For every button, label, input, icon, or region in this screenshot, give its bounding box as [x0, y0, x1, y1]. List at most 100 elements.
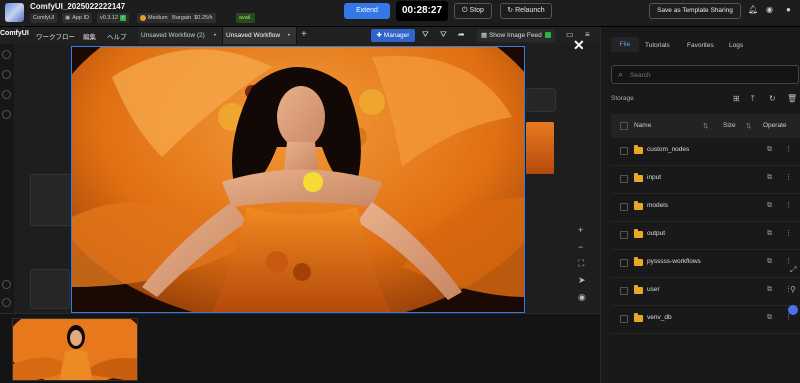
share-icon[interactable]: ➦: [458, 30, 465, 39]
copy-icon[interactable]: ⧉: [767, 258, 772, 266]
queue-image-thumbnail[interactable]: [12, 318, 138, 381]
tab-logs[interactable]: Logs: [729, 42, 743, 49]
select-all-checkbox[interactable]: [620, 122, 628, 130]
availability-label: avail.: [239, 15, 252, 21]
file-name: input: [647, 174, 662, 181]
more-icon[interactable]: ⋮: [785, 201, 792, 209]
file-name: models: [647, 202, 668, 209]
refresh-icon[interactable]: ↻: [769, 94, 776, 103]
file-row[interactable]: input ⧉ ⋮: [611, 166, 800, 194]
row-checkbox[interactable]: [620, 231, 628, 239]
more-icon[interactable]: ⋮: [785, 173, 792, 181]
hamburger-menu-icon[interactable]: ≡: [585, 30, 590, 39]
file-row[interactable]: custom_nodes ⧉ ⋮: [611, 138, 800, 166]
tab-file[interactable]: File: [611, 37, 639, 52]
row-checkbox[interactable]: [620, 147, 628, 155]
stop-icon: ⏻: [462, 7, 468, 14]
bell-icon[interactable]: 🔔︎: [748, 5, 758, 14]
copy-icon[interactable]: ⧉: [767, 286, 772, 294]
user-icon[interactable]: ●: [786, 5, 791, 14]
file-row[interactable]: models ⧉ ⋮: [611, 194, 800, 222]
stop-button[interactable]: ⏻ Stop: [454, 3, 492, 19]
sort-icon[interactable]: ⇅: [746, 122, 751, 130]
model-icon[interactable]: ⛛: [422, 30, 429, 40]
manager-button[interactable]: ✚ Manager: [371, 29, 415, 42]
theme-toggle-icon[interactable]: [2, 280, 11, 289]
canvas-node-image: [526, 122, 554, 174]
gpu-tier-label: Medium: [148, 15, 168, 21]
column-size[interactable]: Size: [723, 122, 736, 129]
fit-view-icon[interactable]: ⛶: [578, 258, 584, 269]
sort-icon[interactable]: ⇅: [703, 122, 708, 130]
settings-icon[interactable]: [2, 298, 11, 307]
copy-icon[interactable]: ⧉: [767, 230, 772, 238]
delete-icon[interactable]: 🗑︎: [787, 94, 797, 103]
project-title: ComfyUI_2025022222147: [30, 2, 126, 11]
more-icon[interactable]: ⋮: [785, 257, 792, 265]
expand-icon[interactable]: ⤢: [790, 265, 796, 275]
image-icon: ▦: [481, 32, 488, 39]
node-library-icon[interactable]: [2, 70, 11, 79]
file-name: venv_db: [647, 314, 672, 321]
unsaved-dot: •: [287, 32, 290, 39]
tab-favorites[interactable]: Favorites: [687, 42, 714, 49]
version-label: v0.3.12: [100, 15, 119, 21]
history-icon[interactable]: [2, 50, 11, 59]
file-row[interactable]: user ⧉ ⋮: [611, 278, 800, 306]
id-card-icon: ▣: [65, 15, 71, 21]
image-preview[interactable]: [71, 46, 525, 313]
file-panel: File Tutorials Favorites Logs ⌕ Storage …: [600, 27, 800, 383]
select-mode-icon[interactable]: ➤: [578, 275, 586, 286]
menu-workflow[interactable]: ワークフロー: [36, 31, 75, 41]
visibility-icon[interactable]: ◉: [578, 292, 586, 303]
relaunch-button[interactable]: ↻ Relaunch: [500, 3, 552, 19]
row-checkbox[interactable]: [620, 175, 628, 183]
folder-icon: [634, 285, 643, 294]
add-tab-button[interactable]: +: [301, 29, 307, 40]
menu-edit[interactable]: 編集: [83, 31, 96, 41]
more-icon[interactable]: ⋮: [785, 145, 792, 153]
discord-icon[interactable]: ◉: [766, 5, 773, 14]
plan-label: Bargain: [172, 15, 192, 21]
row-checkbox[interactable]: [620, 315, 628, 323]
row-checkbox[interactable]: [620, 287, 628, 295]
save-as-template-button[interactable]: Save as Template Sharing: [649, 3, 741, 19]
check-icon: ✓: [120, 14, 127, 21]
left-rail: [0, 44, 14, 313]
copy-icon[interactable]: ⧉: [767, 202, 772, 210]
assistant-icon[interactable]: [788, 305, 798, 315]
app-id-chip[interactable]: ▣ App ID: [62, 13, 93, 23]
folder-icon: [634, 257, 643, 266]
workflows-icon[interactable]: [2, 110, 11, 119]
zoom-in-icon[interactable]: +: [578, 225, 583, 235]
file-row[interactable]: output ⧉ ⋮: [611, 222, 800, 250]
copy-icon[interactable]: ⧉: [767, 146, 772, 154]
copy-icon[interactable]: ⧉: [767, 314, 772, 322]
row-checkbox[interactable]: [620, 259, 628, 267]
search-input[interactable]: [630, 70, 780, 81]
copy-icon[interactable]: ⧉: [767, 174, 772, 182]
zoom-out-icon[interactable]: −: [578, 242, 583, 252]
tab-unsaved-workflow[interactable]: Unsaved Workflow •: [223, 27, 297, 44]
model-alt-icon[interactable]: ⛛: [440, 30, 447, 40]
puzzle-icon: ✚: [376, 32, 382, 39]
show-image-feed-button[interactable]: ▦ Show Image Feed: [477, 29, 555, 42]
close-preview-icon[interactable]: ✕: [573, 37, 585, 54]
file-row[interactable]: pysssss-workflows ⧉ ⋮: [611, 250, 800, 278]
file-row[interactable]: venv_db ⧉ ⋮: [611, 306, 800, 334]
search-field[interactable]: ⌕: [611, 65, 799, 84]
new-folder-icon[interactable]: ⊞: [733, 94, 740, 103]
tab-unsaved-workflow-2[interactable]: Unsaved Workflow (2) •: [138, 27, 223, 44]
pin-icon[interactable]: ⚲: [790, 285, 796, 294]
row-checkbox[interactable]: [620, 203, 628, 211]
tab-tutorials[interactable]: Tutorials: [645, 42, 670, 49]
model-library-icon[interactable]: [2, 90, 11, 99]
upload-icon[interactable]: ⤒: [751, 94, 755, 104]
column-name[interactable]: Name: [634, 122, 651, 129]
extend-button[interactable]: Extend: [344, 3, 390, 19]
session-timer: 00:28:27: [396, 1, 448, 21]
app-id-label: App ID: [72, 15, 90, 21]
comfyui-logo[interactable]: ComfyUI: [0, 30, 29, 37]
more-icon[interactable]: ⋮: [785, 229, 792, 237]
menu-help[interactable]: ヘルプ: [107, 31, 127, 41]
